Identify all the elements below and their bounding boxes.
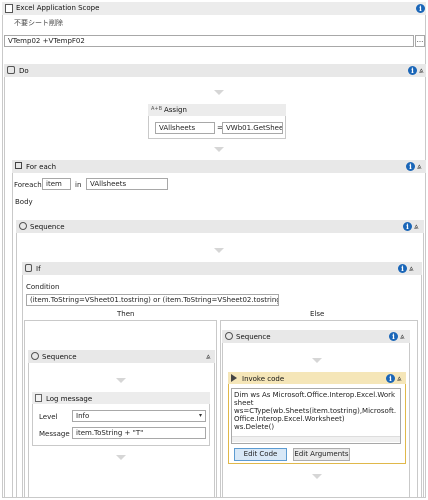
info-icon[interactable]: i	[403, 222, 412, 231]
sequence-then-title: Sequence	[42, 353, 77, 361]
excel-scope-title: Excel Application Scope	[16, 4, 100, 12]
invoke-code-title: Invoke code	[242, 375, 285, 383]
flow-arrow-icon	[116, 455, 126, 460]
collapse-icon[interactable]: ⩓	[409, 264, 414, 273]
log-message-title: Log message	[46, 395, 93, 403]
for-each-title: For each	[26, 163, 57, 171]
do-icon	[7, 66, 15, 74]
chevron-down-icon[interactable]: ▾	[199, 411, 202, 420]
info-icon[interactable]: i	[406, 162, 415, 171]
flow-arrow-icon	[214, 248, 224, 253]
sequence-icon	[31, 352, 39, 360]
if-condition-label: Condition	[26, 283, 60, 291]
log-message-field[interactable]: item.ToString + "T"	[72, 427, 206, 439]
assign-title: Assign	[164, 106, 187, 114]
for-each-icon	[15, 162, 22, 169]
collapse-icon[interactable]: ⩓	[417, 162, 422, 171]
sequence-icon	[19, 222, 27, 230]
sequence-icon	[225, 332, 233, 340]
foreach-in-label: in	[75, 181, 82, 189]
code-scrollbar[interactable]	[232, 436, 400, 442]
collapse-icon[interactable]: ⩓	[206, 352, 211, 361]
excel-scope-icon	[5, 4, 13, 13]
foreach-label: Foreach	[14, 181, 42, 189]
for-each-header[interactable]	[12, 160, 426, 173]
assign-icon: A+B	[151, 106, 163, 112]
if-title: If	[36, 265, 41, 273]
collapse-icon[interactable]: ⩓	[397, 374, 402, 383]
flow-arrow-icon	[116, 378, 126, 383]
info-icon[interactable]: i	[398, 264, 407, 273]
foreach-body-label: Body	[15, 198, 33, 206]
foreach-values-field[interactable]: VAllsheets	[86, 178, 168, 190]
collapse-icon[interactable]: ⩓	[414, 222, 419, 231]
flow-arrow-icon	[214, 147, 224, 152]
edit-arguments-button[interactable]: Edit Arguments	[293, 448, 350, 461]
invoke-code-icon	[231, 374, 237, 382]
log-message-label: Message	[39, 430, 70, 438]
excel-scope-subtitle: 不要シート削除	[14, 19, 63, 27]
flow-arrow-icon	[312, 474, 322, 479]
invoke-code-text: Dim ws As Microsoft.Office.Interop.Excel…	[234, 391, 397, 431]
foreach-item-field[interactable]: item	[42, 178, 71, 190]
workbook-path-field[interactable]: VTemp02 +VTempF02	[4, 35, 414, 47]
info-icon[interactable]: i	[416, 4, 425, 13]
do-header[interactable]	[4, 64, 426, 77]
assign-value-field[interactable]: VWb01.GetSheets.	[222, 122, 283, 134]
collapse-icon[interactable]: ⩓	[400, 332, 405, 341]
sequence-else-title: Sequence	[236, 333, 271, 341]
log-level-label: Level	[39, 413, 58, 421]
info-icon[interactable]: i	[386, 374, 395, 383]
log-message-icon	[35, 394, 42, 402]
then-label: Then	[117, 310, 135, 318]
flow-arrow-icon	[312, 358, 322, 363]
collapse-icon[interactable]: ⩓	[419, 66, 424, 75]
else-label: Else	[310, 310, 325, 318]
if-header[interactable]	[22, 262, 422, 275]
info-icon[interactable]: i	[408, 66, 417, 75]
flow-arrow-icon	[214, 90, 224, 95]
sequence-outer-title: Sequence	[30, 223, 65, 231]
if-condition-field[interactable]: (item.ToString=VSheet01.tostring) or (it…	[26, 294, 279, 306]
do-title: Do	[19, 67, 29, 75]
edit-code-button[interactable]: Edit Code	[234, 448, 287, 461]
assign-to-field[interactable]: VAllsheets	[155, 122, 215, 134]
browse-path-button[interactable]: ...	[415, 35, 425, 47]
if-icon	[25, 264, 32, 272]
sequence-outer-header[interactable]	[16, 220, 424, 233]
log-level-select[interactable]: Info	[72, 410, 206, 422]
info-icon[interactable]: i	[389, 332, 398, 341]
